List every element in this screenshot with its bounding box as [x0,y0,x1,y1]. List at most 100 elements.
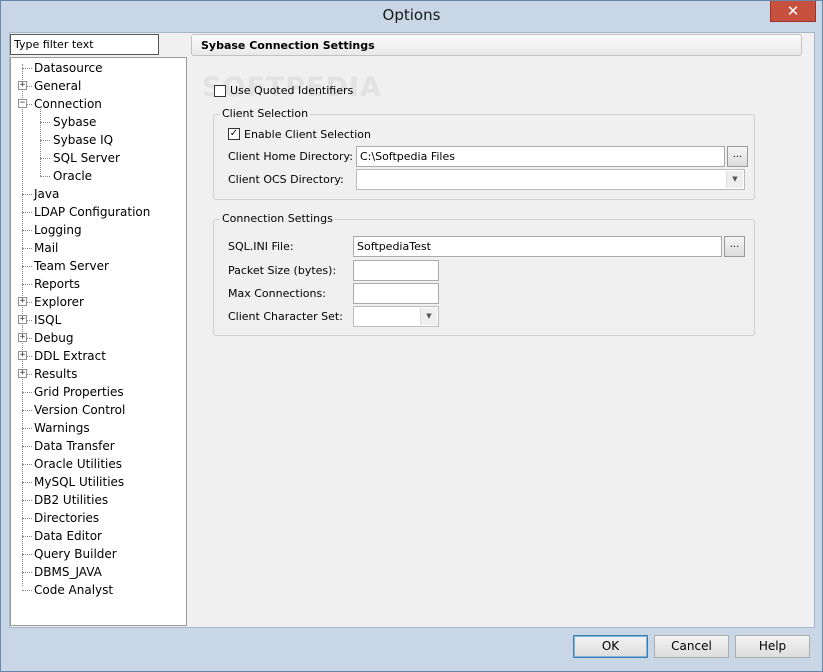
tree-item[interactable]: Data Transfer [11,437,186,455]
tree-item-label: Sybase [53,115,97,129]
tree-item-label: Java [34,187,60,201]
use-quoted-identifiers-label: Use Quoted Identifiers [230,84,354,97]
tree-item[interactable]: DBMS_JAVA [11,563,186,581]
chevron-down-icon[interactable]: ▼ [420,308,437,325]
client-home-browse-button[interactable]: ... [727,146,748,167]
enable-client-selection-checkbox[interactable]: ✓ [228,128,240,140]
tree-item[interactable]: + Results [11,365,186,383]
tree-item-label: Data Transfer [34,439,115,453]
tree-item-label: Code Analyst [34,583,114,597]
tree-item[interactable]: Oracle Utilities [11,455,186,473]
tree-item[interactable]: Sybase IQ [11,131,186,149]
tree-item[interactable]: Reports [11,275,186,293]
tree-item-label: Oracle [53,169,93,183]
tree-item-label: General [34,79,82,93]
max-connections-input[interactable] [353,283,439,304]
tree-item-label: Query Builder [34,547,117,561]
tree-connector-line [22,266,32,267]
expand-icon[interactable]: + [18,297,27,306]
tree-connector-line [40,158,50,159]
tree-item-label: Directories [34,511,100,525]
tree-connector-line [40,176,50,177]
tree-item-label: Team Server [34,259,109,273]
tree-item-label: Grid Properties [34,385,124,399]
tree-item[interactable]: + DDL Extract [11,347,186,365]
chevron-down-icon[interactable]: ▼ [726,171,743,188]
help-button[interactable]: Help [735,635,810,658]
tree-item[interactable]: Java [11,185,186,203]
client-character-set-dropdown[interactable]: ▼ [353,306,439,327]
tree-connector-line [40,140,50,141]
tree-item-label: LDAP Configuration [34,205,151,219]
tree-item[interactable]: DB2 Utilities [11,491,186,509]
tree-item[interactable]: Data Editor [11,527,186,545]
tree-connector-line [22,284,32,285]
client-character-set-label: Client Character Set: [228,310,343,323]
tree-item[interactable]: Grid Properties [11,383,186,401]
tree-item-label: DB2 Utilities [34,493,109,507]
client-selection-group: Client Selection ✓ Enable Client Selecti… [213,107,755,200]
tree-connector-line [22,410,32,411]
title-bar[interactable]: Options ✕ [1,1,822,31]
expand-icon[interactable]: + [18,369,27,378]
sql-ini-browse-button[interactable]: ... [724,236,745,257]
tree-item[interactable]: SQL Server [11,149,186,167]
tree-item[interactable]: LDAP Configuration [11,203,186,221]
tree-connector-line [22,500,32,501]
tree-item-label: ISQL [34,313,62,327]
tree-item[interactable]: Warnings [11,419,186,437]
tree-item-label: Datasource [34,61,103,75]
tree-connector-line [22,590,32,591]
tree-item-label: Warnings [34,421,90,435]
filter-input[interactable] [10,34,159,55]
cancel-button[interactable]: Cancel [654,635,729,658]
enable-client-selection-label: Enable Client Selection [244,128,371,141]
expand-icon[interactable]: + [18,81,27,90]
tree-item[interactable]: Mail [11,239,186,257]
expand-icon[interactable]: + [18,351,27,360]
connection-settings-group: Connection Settings SQL.INI File: Softpe… [213,212,755,336]
tree-item-label: Sybase IQ [53,133,114,147]
tree-item-label: Oracle Utilities [34,457,123,471]
tree-item[interactable]: Datasource [11,59,186,77]
tree-connector-line [22,392,32,393]
tree-item[interactable]: Team Server [11,257,186,275]
window-title: Options [382,6,441,24]
client-ocs-directory-label: Client OCS Directory: [228,173,344,186]
tree-item[interactable]: Logging [11,221,186,239]
tree-item[interactable]: + ISQL [11,311,186,329]
tree-connector-line [22,482,32,483]
sql-ini-file-input[interactable]: SoftpediaTest [353,236,722,257]
tree-item-label: Logging [34,223,82,237]
expand-icon[interactable]: + [18,333,27,342]
tree-connector-line [22,230,32,231]
dialog-client-area: Datasource+General−ConnectionSybaseSybas… [9,32,815,628]
tree-connector-line [40,122,50,123]
options-tree[interactable]: Datasource + General − Connection Sybase Sybas… [10,57,187,626]
use-quoted-identifiers-checkbox[interactable] [214,85,226,97]
tree-item[interactable]: Code Analyst [11,581,186,599]
tree-item[interactable]: + Explorer [11,293,186,311]
tree-item[interactable]: Directories [11,509,186,527]
tree-item[interactable]: Oracle [11,167,186,185]
close-button[interactable]: ✕ [770,1,816,22]
tree-item[interactable]: + Debug [11,329,186,347]
packet-size-input[interactable] [353,260,439,281]
settings-pane: Sybase Connection Settings SOFTPEDIA Use… [188,33,815,628]
tree-connector-line [22,212,32,213]
collapse-icon[interactable]: − [18,99,27,108]
client-selection-title: Client Selection [220,107,311,120]
tree-item[interactable]: Sybase [11,113,186,131]
tree-item-label: Connection [34,97,102,111]
tree-item[interactable]: MySQL Utilities [11,473,186,491]
tree-item[interactable]: Version Control [11,401,186,419]
tree-item[interactable]: Query Builder [11,545,186,563]
tree-connector-line [22,248,32,249]
client-home-directory-input[interactable]: C:\Softpedia Files [356,146,725,167]
ok-button[interactable]: OK [573,635,648,658]
expand-icon[interactable]: + [18,315,27,324]
client-ocs-directory-dropdown[interactable]: ▼ [356,169,745,190]
tree-item[interactable]: + General [11,77,186,95]
tree-item[interactable]: − Connection [11,95,186,113]
tree-item-label: MySQL Utilities [34,475,125,489]
